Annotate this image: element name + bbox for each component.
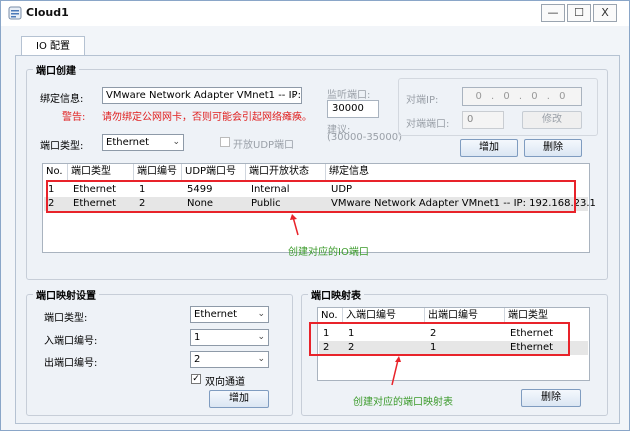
port-type-value: Ethernet xyxy=(106,137,150,148)
warning-label: 警告: xyxy=(62,112,86,123)
close-icon: X xyxy=(601,6,609,19)
port-create-title: 端口创建 xyxy=(33,62,79,77)
cloud1-window: Cloud1 — ☐ X IO 配置 端口创建 绑定信息: VMware Net… xyxy=(0,0,630,431)
bind-info-select[interactable]: VMware Network Adapter VMnet1 -- IP: 192… xyxy=(102,87,302,104)
out-port-value: 2 xyxy=(194,354,201,365)
dropdown-arrow-icon: ⌄ xyxy=(257,309,265,319)
maximize-icon: ☐ xyxy=(574,6,584,19)
in-port-label: 入端口编号: xyxy=(44,336,98,347)
peer-port-label: 对端端口: xyxy=(406,119,450,130)
mapping-annotation: 创建对应的端口映射表 xyxy=(353,397,453,408)
in-port-select[interactable]: 1 ⌄ xyxy=(190,329,269,346)
title-bar[interactable]: Cloud1 — ☐ X xyxy=(1,1,629,26)
col-binding[interactable]: 绑定信息 xyxy=(326,164,589,180)
listen-port-input[interactable]: 30000 xyxy=(327,100,379,118)
window-title: Cloud1 xyxy=(26,6,69,19)
minimize-button[interactable]: — xyxy=(541,4,565,22)
port-annotation: 创建对应的IO端口 xyxy=(288,247,369,258)
suggest-range: (30000-35000) xyxy=(327,132,403,143)
bind-info-value: VMware Network Adapter VMnet1 -- IP: 192… xyxy=(106,90,301,101)
out-port-select[interactable]: 2 ⌄ xyxy=(190,351,269,368)
dropdown-arrow-icon: ⌄ xyxy=(257,354,265,364)
peer-port-value: 0 xyxy=(467,114,474,125)
listen-port-value: 30000 xyxy=(332,103,364,114)
col-port-no[interactable]: 端口编号 xyxy=(134,164,182,180)
col-no[interactable]: No. xyxy=(43,164,68,180)
dropdown-arrow-icon: ⌄ xyxy=(257,332,265,342)
delete-port-button[interactable]: 删除 xyxy=(524,139,582,157)
peer-ip-value: 0 . 0 . 0 . 0 xyxy=(475,91,569,102)
red-arrow-icon xyxy=(391,356,401,386)
peer-port-input[interactable]: 0 xyxy=(462,111,504,129)
cloud-app-icon xyxy=(8,6,22,20)
map-port-type-select[interactable]: Ethernet ⌄ xyxy=(190,306,269,323)
peer-ip-input[interactable]: 0 . 0 . 0 . 0 xyxy=(462,87,582,106)
map-port-type-label: 端口类型: xyxy=(44,313,88,324)
mapping-table-title: 端口映射表 xyxy=(308,287,364,302)
bidirectional-checkbox[interactable]: ✓ xyxy=(191,374,201,384)
io-config-panel: 端口创建 绑定信息: VMware Network Adapter VMnet1… xyxy=(15,55,620,424)
port-type-label: 端口类型: xyxy=(40,141,84,152)
annotation-box xyxy=(309,322,570,356)
dropdown-arrow-icon: ⌄ xyxy=(290,90,298,100)
peer-ip-label: 对端IP: xyxy=(406,95,439,106)
modify-button[interactable]: 修改 xyxy=(522,111,582,129)
maximize-button[interactable]: ☐ xyxy=(567,4,591,22)
udp-open-checkbox[interactable] xyxy=(220,137,230,147)
minimize-icon: — xyxy=(547,6,559,19)
listen-port-label: 监听端口: xyxy=(327,90,371,101)
red-arrow-icon xyxy=(290,214,299,236)
bidirectional-label: 双向通道 xyxy=(205,377,245,388)
tab-io-config[interactable]: IO 配置 xyxy=(21,36,85,57)
col-open-state[interactable]: 端口开放状态 xyxy=(246,164,326,180)
out-port-label: 出端口编号: xyxy=(44,358,98,369)
delete-mapping-button[interactable]: 删除 xyxy=(521,389,581,407)
map-port-type-value: Ethernet xyxy=(194,309,238,320)
checkbox-icon: ✓ xyxy=(192,374,200,384)
dropdown-arrow-icon: ⌄ xyxy=(172,137,180,147)
warning-text: 请勿绑定公网网卡，否则可能会引起网络瘫痪。 xyxy=(102,112,312,123)
in-port-value: 1 xyxy=(194,332,201,343)
col-port-type[interactable]: 端口类型 xyxy=(68,164,134,180)
add-mapping-button[interactable]: 增加 xyxy=(209,390,269,408)
mapping-settings-title: 端口映射设置 xyxy=(33,287,99,302)
bind-info-label: 绑定信息: xyxy=(40,94,84,105)
port-type-select[interactable]: Ethernet ⌄ xyxy=(102,134,184,151)
col-udp-port[interactable]: UDP端口号 xyxy=(182,164,246,180)
close-button[interactable]: X xyxy=(593,4,617,22)
udp-open-label: 开放UDP端口 xyxy=(233,140,295,151)
add-port-button[interactable]: 增加 xyxy=(460,139,518,157)
annotation-box xyxy=(46,180,576,213)
